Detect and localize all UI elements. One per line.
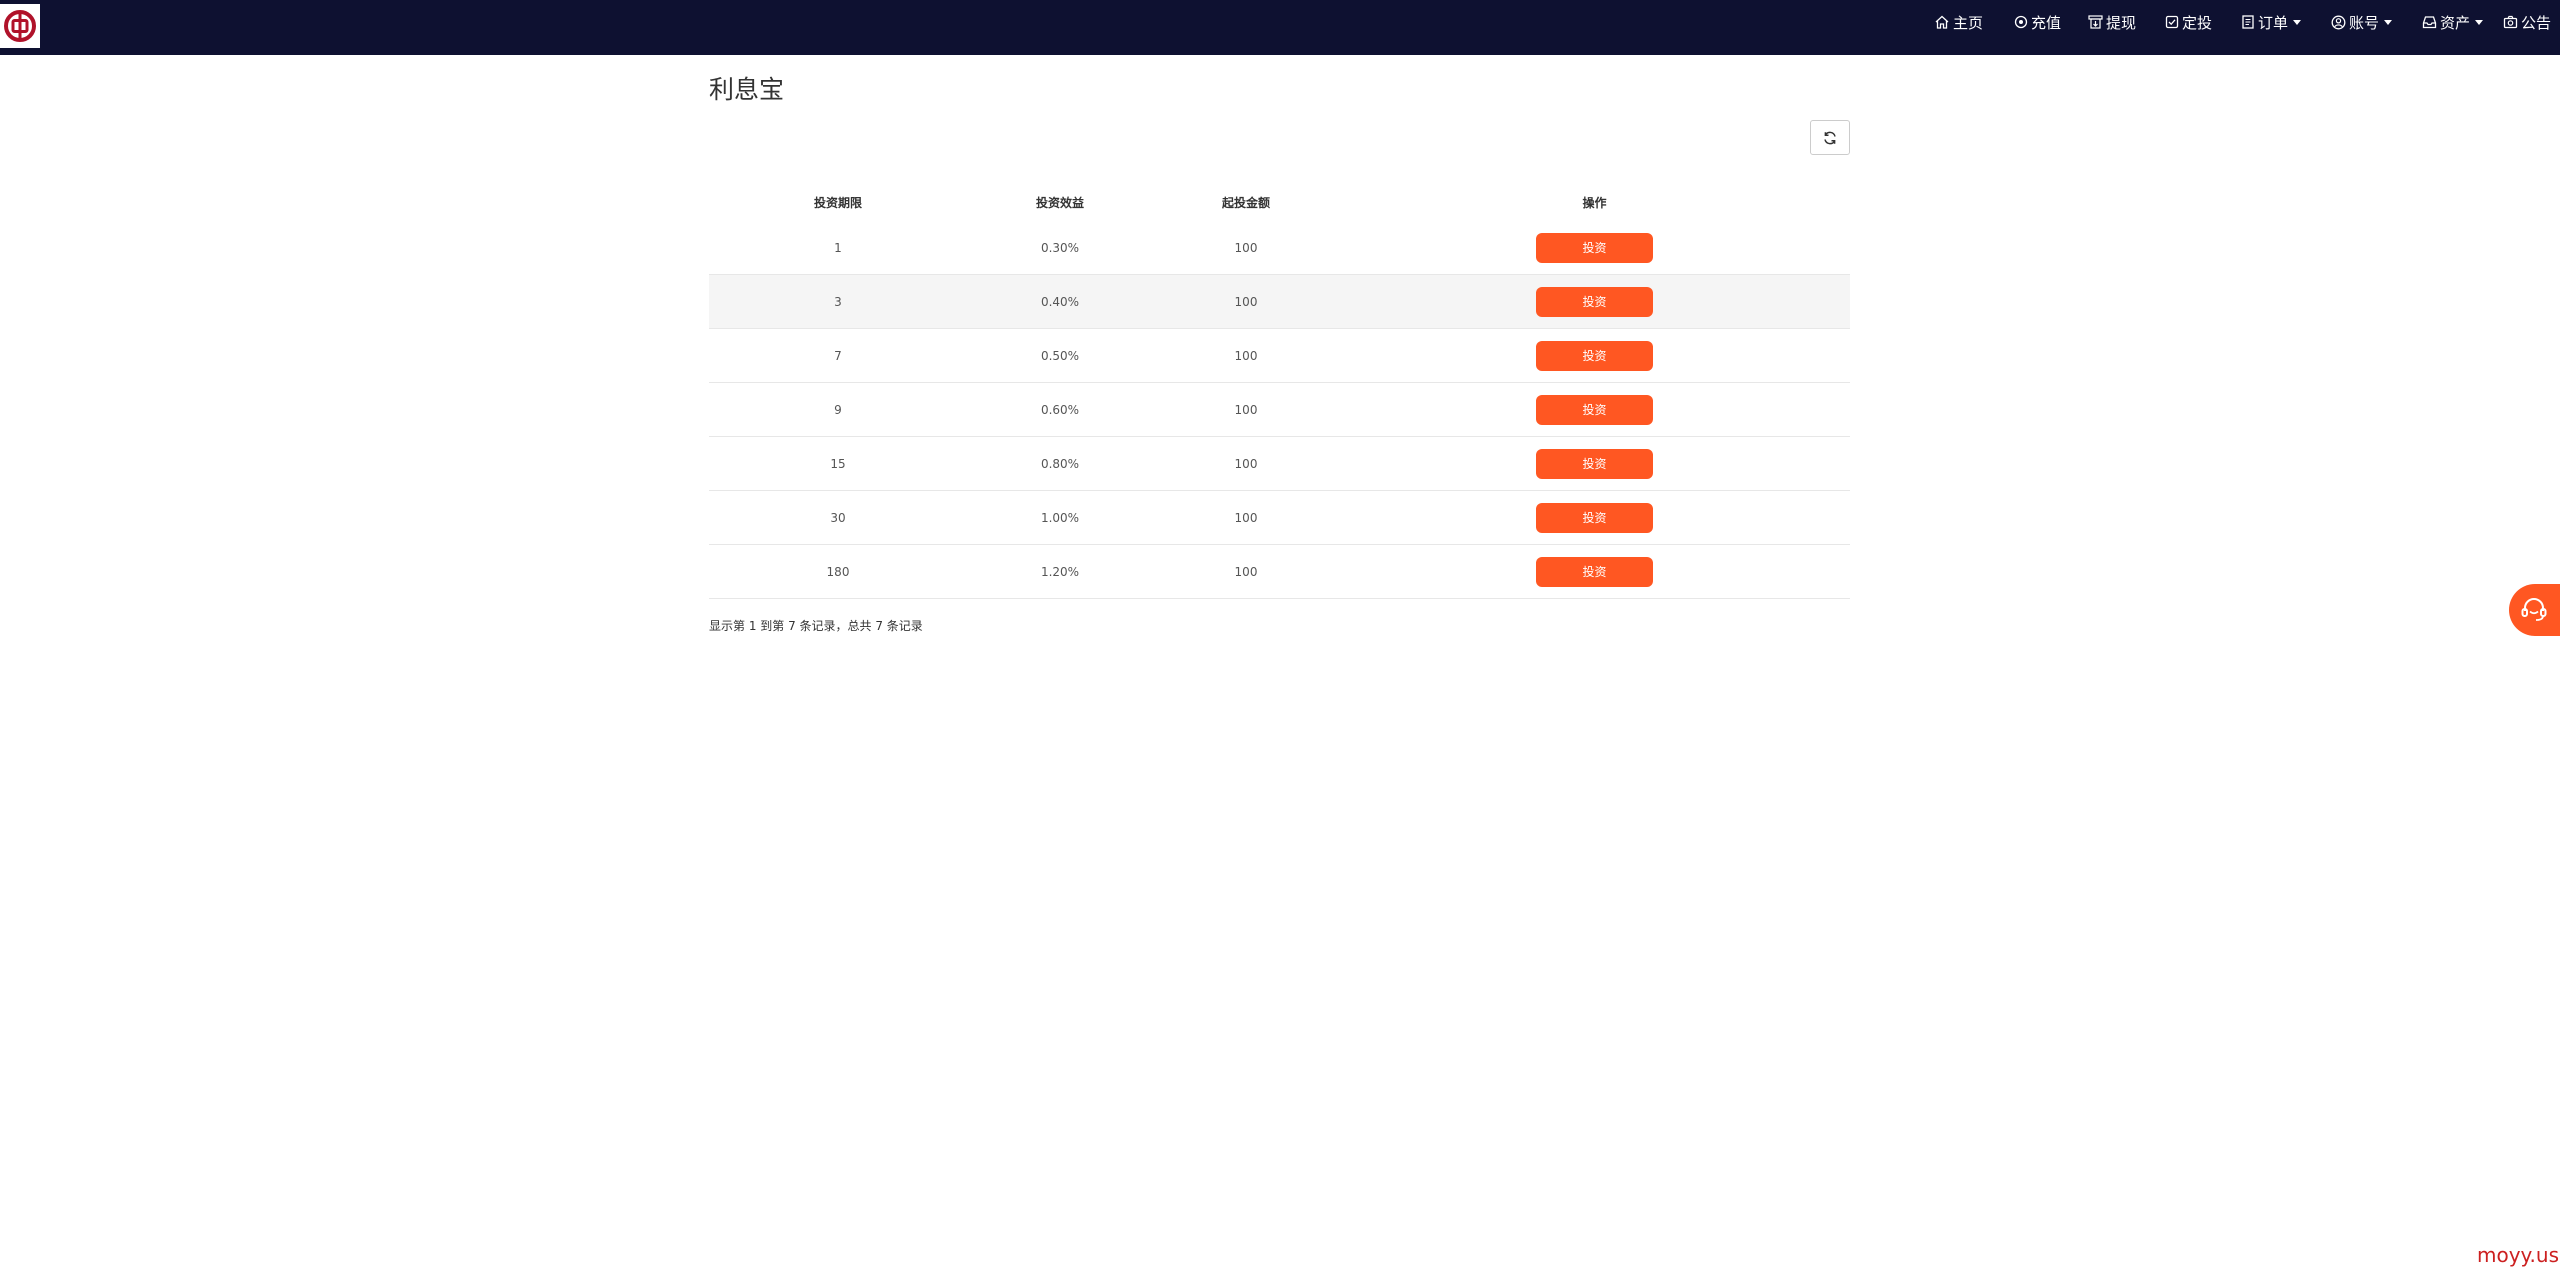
top-navbar: 主页 充值 提现 定投 订单 账号 资产 公告 (0, 0, 2560, 55)
cell-term: 9 (834, 402, 842, 417)
nav-fixed-invest-label: 定投 (2182, 13, 2213, 32)
checkbox-icon (2165, 15, 2179, 29)
nav-withdraw[interactable]: 提现 (2088, 0, 2136, 44)
header-term: 投资期限 (813, 195, 862, 210)
cell-min-amount: 100 (1234, 240, 1258, 255)
cell-action: 投资 (1339, 437, 1850, 490)
cell-yield: 1.00% (1040, 510, 1080, 525)
bank-logo[interactable] (0, 4, 40, 48)
invest-button[interactable]: 投资 (1536, 232, 1653, 263)
cell-term: 30 (830, 510, 846, 525)
cell-yield: 0.40% (1040, 294, 1080, 309)
header-action: 操作 (1582, 195, 1607, 210)
nav-recharge[interactable]: 充值 (2014, 0, 2061, 44)
document-icon (2242, 15, 2254, 29)
cell-term: 3 (834, 294, 842, 309)
nav-fixed-invest[interactable]: 定投 (2165, 0, 2212, 44)
cell-term: 7 (834, 348, 842, 363)
nav-account-dropdown[interactable]: 账号 (2331, 0, 2393, 44)
cell-action: 投资 (1339, 545, 1850, 598)
invest-button[interactable]: 投资 (1536, 448, 1653, 479)
table-header: 投资期限 投资效益 起投金额 操作 (709, 183, 1850, 221)
table-row: 15 0.80% 100 投资 (709, 437, 1850, 491)
nav-notice[interactable]: 公告 (2503, 0, 2551, 44)
page-title: 利息宝 (709, 75, 785, 104)
cell-term: 15 (830, 456, 846, 471)
invest-button[interactable]: 投资 (1536, 340, 1653, 371)
chevron-down-icon (2293, 19, 2302, 25)
investment-table: 投资期限 投资效益 起投金额 操作 1 0.30% 100 投资 3 0.40%… (709, 183, 1850, 599)
inbox-icon (2422, 16, 2437, 29)
cell-min-amount: 100 (1234, 402, 1258, 417)
header-yield: 投资效益 (1035, 195, 1084, 210)
cell-yield: 1.20% (1040, 564, 1080, 579)
invest-button[interactable]: 投资 (1536, 394, 1653, 425)
nav-recharge-label: 充值 (2031, 13, 2062, 32)
cell-yield: 0.50% (1040, 348, 1080, 363)
cell-yield: 0.80% (1040, 456, 1080, 471)
cell-min-amount: 100 (1234, 456, 1258, 471)
nav-orders-dropdown[interactable]: 订单 (2241, 0, 2302, 44)
chevron-down-icon (2384, 19, 2393, 25)
cell-action: 投资 (1339, 329, 1850, 382)
bank-logo-icon (4, 10, 36, 42)
cell-min-amount: 100 (1234, 348, 1258, 363)
refresh-button[interactable] (1810, 120, 1850, 155)
cell-min-amount: 100 (1234, 510, 1258, 525)
user-circle-icon (2331, 15, 2346, 29)
invest-button[interactable]: 投资 (1536, 502, 1653, 533)
nav-withdraw-label: 提现 (2106, 13, 2137, 32)
pagination-summary: 显示第 1 到第 7 条记录，总共 7 条记录 (709, 619, 923, 633)
table-row: 9 0.60% 100 投资 (709, 383, 1850, 437)
camera-icon (2503, 15, 2518, 29)
table-row: 180 1.20% 100 投资 (709, 545, 1850, 599)
table-row: 7 0.50% 100 投资 (709, 329, 1850, 383)
coin-icon (2014, 15, 2028, 29)
nav-assets-dropdown[interactable]: 资产 (2422, 0, 2484, 44)
nav-notice-label: 公告 (2521, 13, 2552, 32)
cell-term: 1 (834, 240, 842, 255)
nav-home[interactable]: 主页 (1934, 0, 1983, 44)
table-row: 3 0.40% 100 投资 (709, 275, 1850, 329)
home-icon (1935, 15, 1949, 29)
cell-min-amount: 100 (1234, 564, 1258, 579)
nav-home-label: 主页 (1953, 13, 1984, 32)
invest-button[interactable]: 投资 (1536, 556, 1653, 587)
customer-service-button[interactable] (2509, 584, 2560, 636)
nav-account-label: 账号 (2349, 13, 2380, 32)
cell-action: 投资 (1339, 491, 1850, 544)
cell-action: 投资 (1339, 383, 1850, 436)
withdraw-icon (2088, 15, 2103, 29)
cell-action: 投资 (1339, 275, 1850, 328)
watermark: moyy.us (2477, 1243, 2559, 1267)
nav-assets-label: 资产 (2440, 13, 2471, 32)
nav-orders-label: 订单 (2258, 13, 2289, 32)
cell-yield: 0.30% (1040, 240, 1080, 255)
invest-button[interactable]: 投资 (1536, 286, 1653, 317)
cell-action: 投资 (1339, 221, 1850, 274)
table-row: 1 0.30% 100 投资 (709, 221, 1850, 275)
refresh-icon (1824, 131, 1836, 144)
chevron-down-icon (2475, 19, 2484, 25)
header-min-amount: 起投金额 (1221, 195, 1270, 210)
cell-term: 180 (826, 564, 850, 579)
table-row: 30 1.00% 100 投资 (709, 491, 1850, 545)
cell-min-amount: 100 (1234, 294, 1258, 309)
cell-yield: 0.60% (1040, 402, 1080, 417)
headset-icon (2521, 598, 2547, 621)
